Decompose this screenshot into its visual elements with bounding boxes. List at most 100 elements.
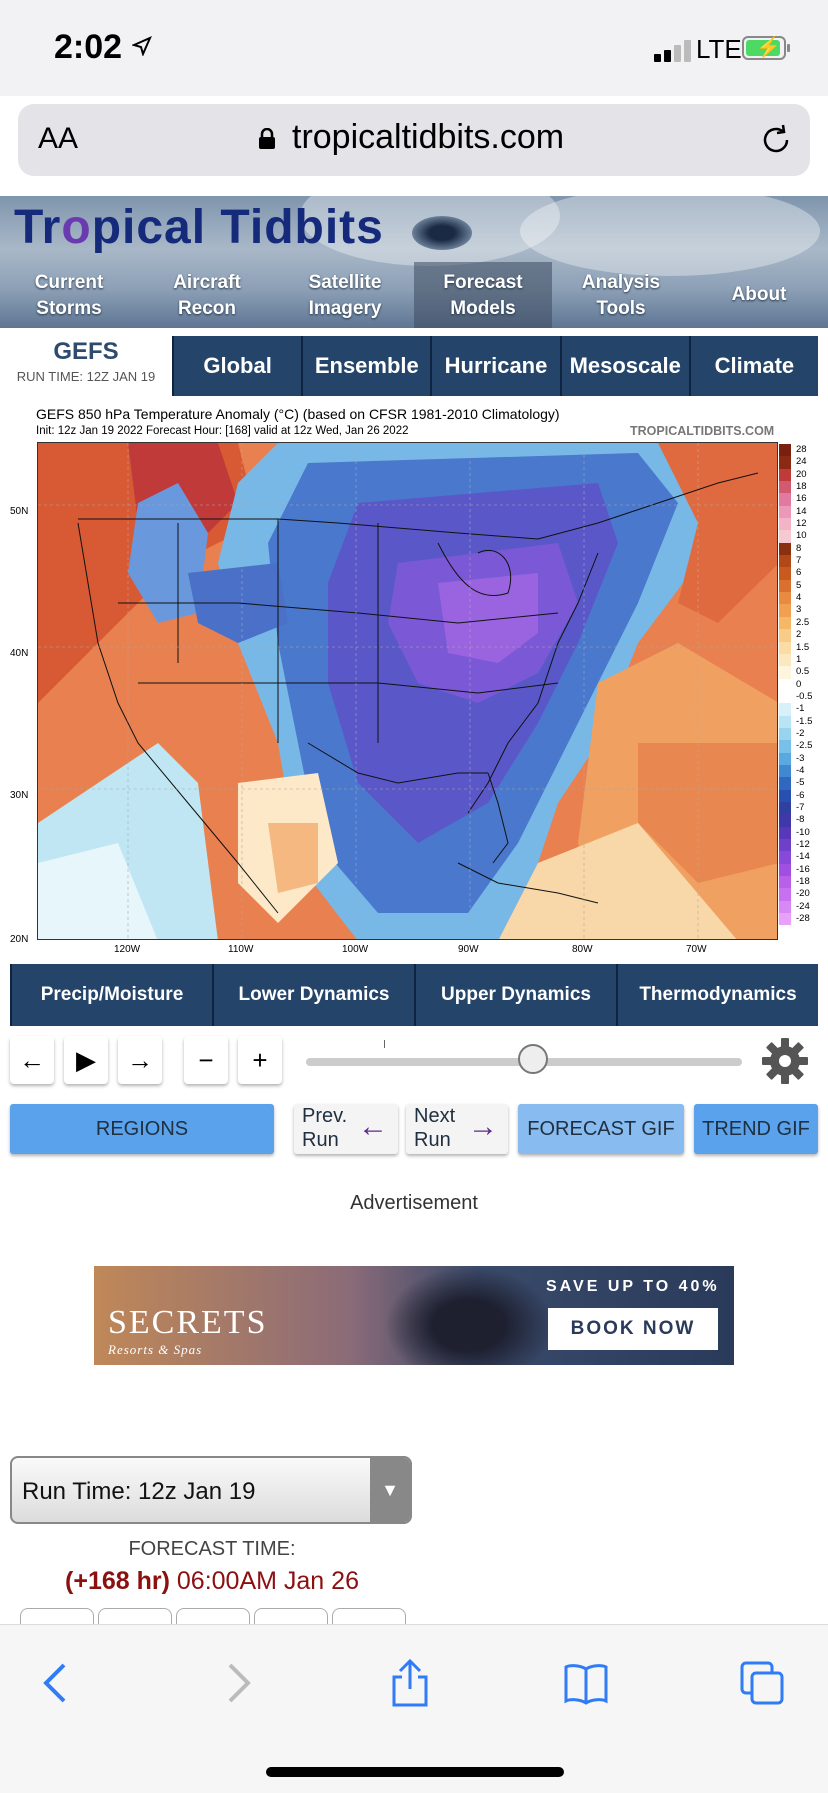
tab-hurricane[interactable]: Hurricane — [430, 336, 559, 396]
nav-analysis-tools[interactable]: Analysis Tools — [552, 262, 690, 328]
step-forward-button[interactable]: → — [118, 1036, 162, 1084]
color-scale-swatch — [779, 456, 791, 469]
battery-icon: ⚡ — [742, 36, 790, 60]
tab-thermodynamics[interactable]: Thermodynamics — [616, 964, 818, 1026]
nav-current-storms[interactable]: Current Storms — [0, 262, 138, 328]
color-scale-bar — [779, 444, 791, 938]
color-scale-label: 2.5 — [796, 616, 810, 628]
regions-button[interactable]: REGIONS — [10, 1104, 274, 1154]
next-run-label: Next — [414, 1105, 456, 1127]
back-icon[interactable] — [34, 1659, 82, 1707]
arrow-right-icon: → — [468, 1110, 498, 1143]
color-scale-swatch — [779, 851, 791, 864]
nav-forecast-models[interactable]: Forecast Models — [414, 262, 552, 328]
color-scale-swatch — [779, 839, 791, 852]
ad-cta-button[interactable]: BOOK NOW — [548, 1308, 718, 1350]
color-scale-swatch — [779, 900, 791, 914]
site-header: Tropical Tidbits Current Storms Aircraft R… — [0, 196, 828, 328]
nav-label: Analysis — [581, 272, 661, 293]
chevron-down-icon[interactable]: ▼ — [370, 1458, 410, 1522]
nav-about[interactable]: About — [690, 262, 828, 328]
tab-climate[interactable]: Climate — [688, 336, 818, 396]
nav-label: Models — [450, 298, 516, 319]
address-bar[interactable]: AA tropicaltidbits.com — [18, 104, 810, 176]
step-back-button[interactable]: ← — [10, 1036, 54, 1084]
slider-thumb[interactable] — [517, 1044, 548, 1074]
gear-icon[interactable] — [760, 1036, 810, 1086]
play-button[interactable]: ▶ — [64, 1036, 108, 1084]
advertisement-label: Advertisement — [350, 1192, 478, 1214]
lon-label: 70W — [686, 944, 707, 955]
trend-gif-button[interactable]: TREND GIF — [694, 1104, 818, 1154]
status-bar: 2:02 LTE ⚡ — [0, 0, 828, 96]
tabs-icon[interactable] — [738, 1659, 786, 1707]
color-scale-swatch — [779, 493, 791, 506]
bookmarks-icon[interactable] — [562, 1659, 610, 1707]
share-icon[interactable] — [386, 1659, 434, 1707]
signal-icon — [654, 38, 696, 62]
ad-brand-sub: Resorts & Spas — [108, 1342, 203, 1357]
forward-icon[interactable] — [212, 1659, 260, 1707]
color-scale-swatch — [779, 703, 791, 716]
run-time-select[interactable]: Run Time: 12z Jan 19 ▼ — [10, 1456, 412, 1524]
color-scale-label: 0.5 — [796, 666, 810, 678]
tab-precip-moisture[interactable]: Precip/Moisture — [10, 964, 212, 1026]
forecast-gif-button[interactable]: FORECAST GIF — [518, 1104, 684, 1154]
lat-label: 20N — [10, 934, 29, 945]
color-scale-label: 18 — [796, 481, 807, 493]
tab-global[interactable]: Global — [172, 336, 301, 396]
nav-label: Satellite — [308, 272, 382, 293]
model-tabs: Global Ensemble Hurricane Mesoscale Clim… — [172, 336, 818, 396]
color-scale-swatch — [779, 468, 791, 482]
tab-ensemble[interactable]: Ensemble — [301, 336, 430, 396]
color-scale-label: 0 — [796, 678, 802, 690]
map-title: GEFS 850 hPa Temperature Anomaly (°C) (b… — [36, 406, 560, 422]
arrow-left-icon: ← — [358, 1110, 388, 1143]
url-text: tropicaltidbits.com — [292, 118, 565, 156]
nav-label: Recon — [177, 298, 237, 319]
text-size-label: AA — [38, 122, 79, 155]
color-scale-swatch — [779, 678, 791, 691]
nav-satellite-imagery[interactable]: Satellite Imagery — [276, 262, 414, 328]
color-scale-swatch — [779, 715, 791, 728]
color-scale-swatch — [779, 764, 791, 778]
color-scale-swatch — [779, 666, 791, 679]
color-scale-label: 1 — [796, 653, 802, 665]
tab-mesoscale[interactable]: Mesoscale — [559, 336, 689, 396]
site-logo[interactable]: Tropical Tidbits — [14, 200, 384, 255]
color-scale-swatch — [779, 814, 791, 827]
prev-run-button[interactable]: Prev. Run ← — [294, 1104, 398, 1154]
color-scale-swatch — [779, 444, 791, 457]
nav-label: Aircraft — [173, 272, 241, 293]
color-scale-label: -2.5 — [796, 740, 813, 752]
color-scale-label: 4 — [796, 592, 802, 604]
status-time: 2:02 — [54, 28, 123, 66]
text-size-button[interactable]: AA — [38, 122, 78, 156]
home-indicator — [266, 1767, 564, 1777]
forecast-hours: (+168 hr) — [65, 1567, 170, 1595]
color-scale-swatch — [779, 604, 791, 617]
reload-icon[interactable] — [758, 122, 794, 158]
zoom-out-button[interactable]: − — [184, 1036, 228, 1084]
tab-upper-dynamics[interactable]: Upper Dynamics — [414, 964, 616, 1026]
color-scale-swatch — [779, 641, 791, 654]
color-scale-swatch — [779, 888, 791, 901]
color-scale-swatch — [779, 579, 791, 593]
color-scale-swatch — [779, 616, 791, 630]
color-scale-label: 12 — [796, 518, 807, 530]
temperature-anomaly-map[interactable] — [37, 442, 778, 940]
color-scale-swatch — [779, 777, 791, 790]
slider-tick — [384, 1040, 385, 1048]
tab-lower-dynamics[interactable]: Lower Dynamics — [212, 964, 414, 1026]
color-scale-label: 14 — [796, 505, 807, 517]
advertisement-banner[interactable]: SECRETS Resorts & Spas SAVE UP TO 40% BOO… — [94, 1266, 734, 1365]
nav-label: Storms — [36, 298, 102, 319]
color-scale-swatch — [779, 530, 791, 543]
color-scale-label: -12 — [796, 839, 810, 850]
color-scale-swatch — [779, 727, 791, 741]
nav-aircraft-recon[interactable]: Aircraft Recon — [138, 262, 276, 328]
color-scale-label: 1.5 — [796, 641, 810, 653]
next-run-button[interactable]: Next Run → — [406, 1104, 508, 1154]
zoom-in-button[interactable]: + — [238, 1036, 282, 1084]
network-type: LTE — [696, 34, 742, 64]
